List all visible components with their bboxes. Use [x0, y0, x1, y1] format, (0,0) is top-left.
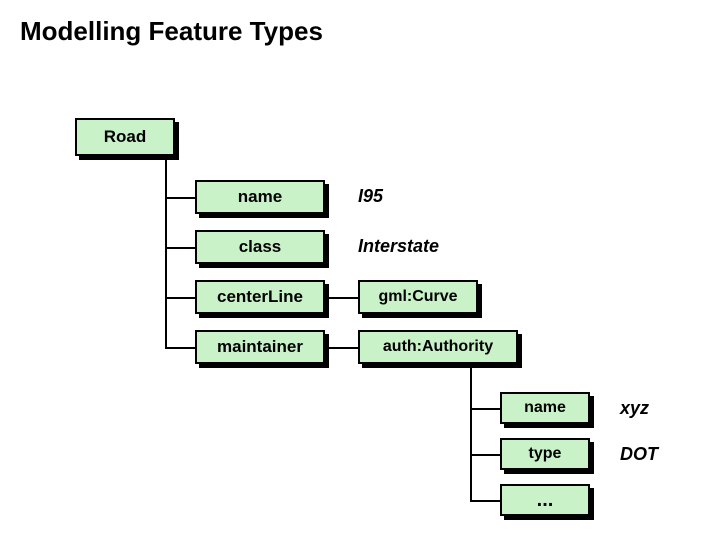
node-gml-curve: gml:Curve — [358, 280, 478, 314]
node-name-label: name — [238, 187, 282, 207]
tree-line — [470, 454, 500, 456]
node-auth-type-label: type — [529, 445, 562, 463]
slide-title: Modelling Feature Types — [20, 16, 323, 47]
tree-line — [165, 297, 195, 299]
tree-line — [165, 197, 195, 199]
tree-line — [325, 297, 358, 299]
node-name: name — [195, 180, 325, 214]
node-centerline-label: centerLine — [217, 287, 303, 307]
node-class: class — [195, 230, 325, 264]
tree-line — [470, 500, 500, 502]
node-gml-curve-label: gml:Curve — [378, 288, 457, 306]
tree-line — [325, 347, 358, 349]
tree-line — [165, 247, 195, 249]
value-name: I95 — [358, 186, 383, 207]
node-auth-more: ... — [500, 484, 590, 516]
tree-line — [470, 364, 472, 500]
node-class-label: class — [239, 237, 282, 257]
node-maintainer: maintainer — [195, 330, 325, 364]
value-class: Interstate — [358, 236, 439, 257]
node-auth-name-label: name — [524, 399, 566, 417]
tree-line — [165, 347, 195, 349]
node-centerline: centerLine — [195, 280, 325, 314]
node-auth-type: type — [500, 438, 590, 470]
value-auth-name: xyz — [620, 398, 649, 419]
node-auth-more-label: ... — [537, 489, 554, 512]
node-maintainer-label: maintainer — [217, 337, 303, 357]
node-road: Road — [75, 118, 175, 156]
tree-line — [165, 156, 167, 347]
node-auth-authority: auth:Authority — [358, 330, 518, 364]
value-auth-type: DOT — [620, 444, 658, 465]
node-auth-name: name — [500, 392, 590, 424]
node-auth-authority-label: auth:Authority — [383, 338, 493, 356]
tree-line — [470, 408, 500, 410]
node-road-label: Road — [104, 127, 147, 147]
